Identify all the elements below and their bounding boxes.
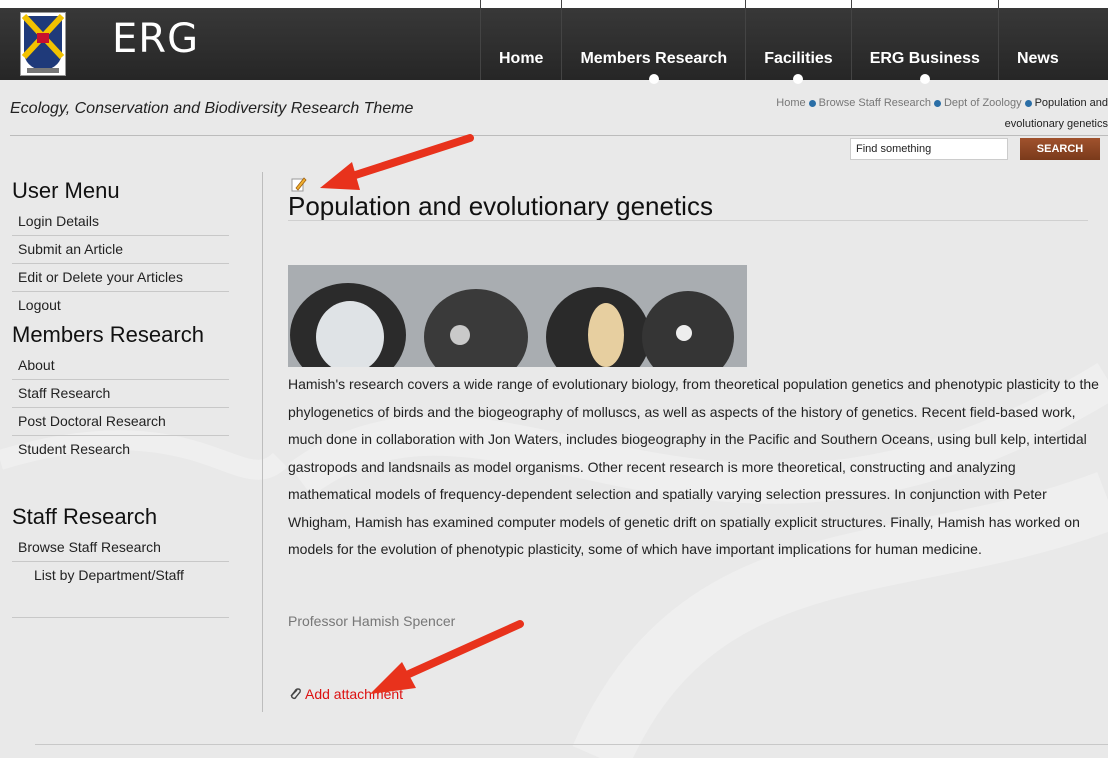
nav-erg-business[interactable]: ERG Business [850, 0, 998, 84]
nav-members-research-label: Members Research [580, 50, 728, 67]
nav-news-label: News [1016, 50, 1059, 67]
edit-icon[interactable] [291, 176, 307, 192]
page-title: Population and evolutionary genetics [288, 191, 713, 221]
nav-erg-business-label: ERG Business [869, 50, 980, 67]
breadcrumb-dot-icon [933, 99, 941, 107]
breadcrumb-dot-icon [808, 99, 816, 107]
annotation-arrow-edit [320, 134, 474, 190]
nav-home[interactable]: Home [480, 0, 561, 80]
breadcrumb-home[interactable]: Home [776, 97, 805, 109]
nav-members-research[interactable]: Members Research [561, 0, 745, 84]
title-divider [288, 220, 1088, 221]
sidebar-item-browse-staff[interactable]: Browse Staff Research [12, 534, 229, 562]
theme-title: Ecology, Conservation and Biodiversity R… [10, 100, 414, 117]
nav-dot [793, 74, 804, 84]
sidebar-divider [12, 617, 229, 618]
sidebar: User Menu Login Details Submit an Articl… [12, 178, 229, 590]
breadcrumb-dot-icon [1024, 99, 1032, 107]
sidebar-item-staff-research[interactable]: Staff Research [12, 380, 229, 408]
nav-facilities[interactable]: Facilities [745, 0, 850, 84]
breadcrumb: Home Browse Staff Research Dept of Zoology… [708, 93, 1108, 135]
members-research-heading: Members Research [12, 322, 204, 347]
article-body: Hamish's research covers a wide range of… [288, 376, 1099, 557]
breadcrumb-dept[interactable]: Dept of Zoology [944, 97, 1022, 109]
site-header: ERG Home Members Research Facilities ERG… [0, 0, 1108, 84]
content-divider [262, 172, 263, 712]
nav-dot [919, 74, 930, 84]
shells-image [288, 265, 747, 367]
site-brand[interactable]: ERG [112, 16, 199, 62]
breadcrumb-current-1: Population and [1034, 97, 1108, 109]
add-attachment-label: Add attachment [305, 686, 404, 702]
breadcrumb-current-2: evolutionary genetics [1004, 118, 1108, 130]
sidebar-item-edit-articles[interactable]: Edit or Delete your Articles [12, 264, 229, 292]
sidebar-item-about[interactable]: About [12, 352, 229, 380]
sidebar-item-submit-article[interactable]: Submit an Article [12, 236, 229, 264]
footer-divider [35, 744, 1108, 745]
search-input[interactable] [850, 138, 1008, 160]
add-attachment-link[interactable]: Add attachment [288, 686, 403, 702]
sidebar-item-student-research[interactable]: Student Research [12, 436, 229, 464]
nav-facilities-label: Facilities [764, 50, 833, 67]
header-divider [10, 135, 1108, 136]
search-button[interactable]: SEARCH [1020, 138, 1100, 160]
sidebar-item-list-by-dept[interactable]: List by Department/Staff [12, 562, 229, 590]
staff-research-heading: Staff Research [12, 504, 158, 529]
paperclip-icon [290, 688, 301, 700]
sidebar-item-login-details[interactable]: Login Details [12, 208, 229, 236]
breadcrumb-browse-staff[interactable]: Browse Staff Research [819, 97, 931, 109]
sidebar-item-post-doctoral[interactable]: Post Doctoral Research [12, 408, 229, 436]
nav-dot [648, 74, 659, 84]
crest-logo[interactable] [20, 12, 66, 76]
nav-home-label: Home [499, 50, 544, 67]
user-menu-heading: User Menu [12, 178, 120, 203]
article-author: Professor Hamish Spencer [288, 613, 456, 629]
sidebar-item-logout[interactable]: Logout [12, 292, 229, 320]
nav-news[interactable]: News [997, 0, 1077, 80]
main-nav: Home Members Research Facilities ERG Bus… [480, 0, 1077, 84]
